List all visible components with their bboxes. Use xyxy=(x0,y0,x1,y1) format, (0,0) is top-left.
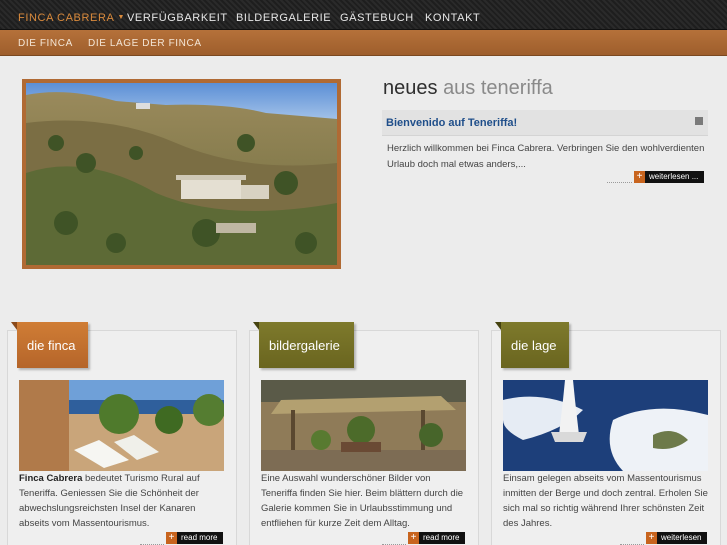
nav-item-label: Finca Cabrera xyxy=(18,12,115,24)
news-headline-link[interactable]: Bienvenido auf Teneriffa! xyxy=(386,117,517,129)
read-more-label: read more xyxy=(423,533,460,542)
square-icon xyxy=(695,117,703,125)
read-more-label: read more xyxy=(181,533,218,542)
subnav-item-lage[interactable]: Die Lage der Finca xyxy=(88,38,202,49)
top-navigation: Finca Cabrera ▼ Verfügbarkeit Bildergaler… xyxy=(0,0,727,30)
caret-down-icon: ▼ xyxy=(117,14,125,21)
subnav-item-die-finca[interactable]: Die Finca xyxy=(18,38,73,49)
card-image-satellite-view xyxy=(503,380,708,471)
card-image-garden-pergola xyxy=(261,380,466,471)
read-more-label: weiterlesen xyxy=(661,533,702,542)
plus-icon: + xyxy=(166,532,177,544)
card-read-more-button-galerie[interactable]: + read more xyxy=(408,532,465,544)
dotted-divider xyxy=(607,182,632,183)
news-heading: neues aus teneriffa xyxy=(383,77,553,100)
read-more-label: weiterlesen ... xyxy=(649,172,699,181)
plus-icon: + xyxy=(408,532,419,544)
plus-icon: + xyxy=(646,532,657,544)
sub-navigation: Die Finca Die Lage der Finca xyxy=(0,30,727,56)
card-tab-bildergalerie[interactable]: bildergalerie xyxy=(253,322,354,368)
news-read-more-button[interactable]: + weiterlesen ... xyxy=(634,171,704,183)
card-read-more-button-lage[interactable]: + weiterlesen xyxy=(646,532,707,544)
news-heading-rest: aus teneriffa xyxy=(443,77,553,99)
card-image-terrace xyxy=(19,380,224,471)
card-tab-die-finca[interactable]: die finca xyxy=(11,322,88,368)
nav-item-kontakt[interactable]: Kontakt xyxy=(425,12,480,24)
card-text-bold: Finca Cabrera xyxy=(19,473,83,484)
nav-item-finca-cabrera[interactable]: Finca Cabrera ▼ xyxy=(18,12,125,24)
news-headline-bar: Bienvenido auf Teneriffa! xyxy=(382,110,708,136)
card-text-bildergalerie: Eine Auswahl wunderschöner Bilder von Te… xyxy=(261,473,464,529)
hero-landscape-image xyxy=(26,83,337,265)
card-text-die-lage: Einsam gelegen abseits vom Massentourism… xyxy=(503,473,708,529)
card-tab-die-lage[interactable]: die lage xyxy=(495,322,569,368)
card-read-more-button-finca[interactable]: + read more xyxy=(166,532,223,544)
nav-item-verfuegbarkeit[interactable]: Verfügbarkeit xyxy=(127,12,228,24)
news-teaser-text: Herzlich willkommen bei Finca Cabrera. V… xyxy=(387,143,705,170)
nav-item-bildergalerie[interactable]: Bildergalerie xyxy=(236,12,331,24)
card-text-die-finca: Finca Cabrera bedeutet Turismo Rural auf… xyxy=(19,471,224,531)
nav-item-gaestebuch[interactable]: Gästebuch xyxy=(340,12,414,24)
plus-icon: + xyxy=(634,171,645,183)
hero-image-frame xyxy=(22,79,341,269)
news-heading-main: neues xyxy=(383,77,438,99)
